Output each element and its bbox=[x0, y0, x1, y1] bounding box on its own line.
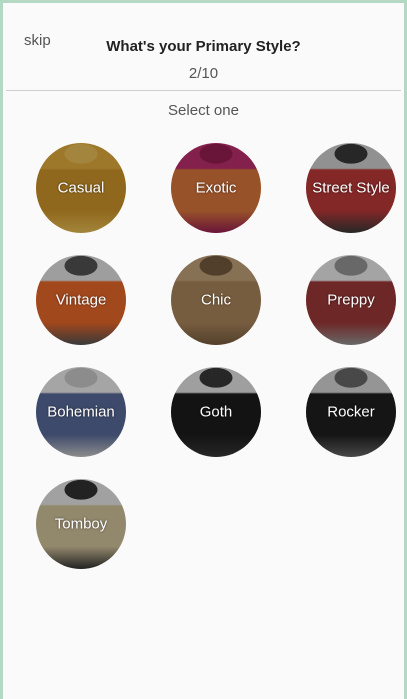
style-option-exotic[interactable]: Exotic bbox=[171, 143, 261, 233]
style-option-goth[interactable]: Goth bbox=[171, 367, 261, 457]
style-option-vintage[interactable]: Vintage bbox=[36, 255, 126, 345]
style-label: Vintage bbox=[55, 291, 107, 309]
app-frame: skip What's your Primary Style? 2/10 Sel… bbox=[0, 0, 407, 699]
style-label: Chic bbox=[200, 291, 231, 309]
page-title: What's your Primary Style? bbox=[106, 38, 301, 55]
style-label: Preppy bbox=[327, 291, 375, 309]
style-grid: Casual Exotic Street Style Vintage Chic … bbox=[36, 143, 396, 569]
select-prompt: Select one bbox=[168, 102, 239, 119]
style-label: Exotic bbox=[195, 179, 237, 197]
style-label: Goth bbox=[199, 403, 233, 421]
style-option-casual[interactable]: Casual bbox=[36, 143, 126, 233]
style-option-bohemian[interactable]: Bohemian bbox=[36, 367, 126, 457]
style-option-street-style[interactable]: Street Style bbox=[306, 143, 396, 233]
style-label: Tomboy bbox=[54, 515, 108, 533]
style-option-rocker[interactable]: Rocker bbox=[306, 367, 396, 457]
style-option-tomboy[interactable]: Tomboy bbox=[36, 479, 126, 569]
style-label: Bohemian bbox=[47, 403, 115, 421]
style-option-chic[interactable]: Chic bbox=[171, 255, 261, 345]
header: skip What's your Primary Style? 2/10 bbox=[6, 6, 401, 91]
style-label: Street Style bbox=[312, 179, 390, 197]
style-label: Casual bbox=[57, 179, 105, 197]
style-option-preppy[interactable]: Preppy bbox=[306, 255, 396, 345]
style-label: Rocker bbox=[327, 403, 375, 421]
progress-indicator: 2/10 bbox=[188, 65, 219, 82]
